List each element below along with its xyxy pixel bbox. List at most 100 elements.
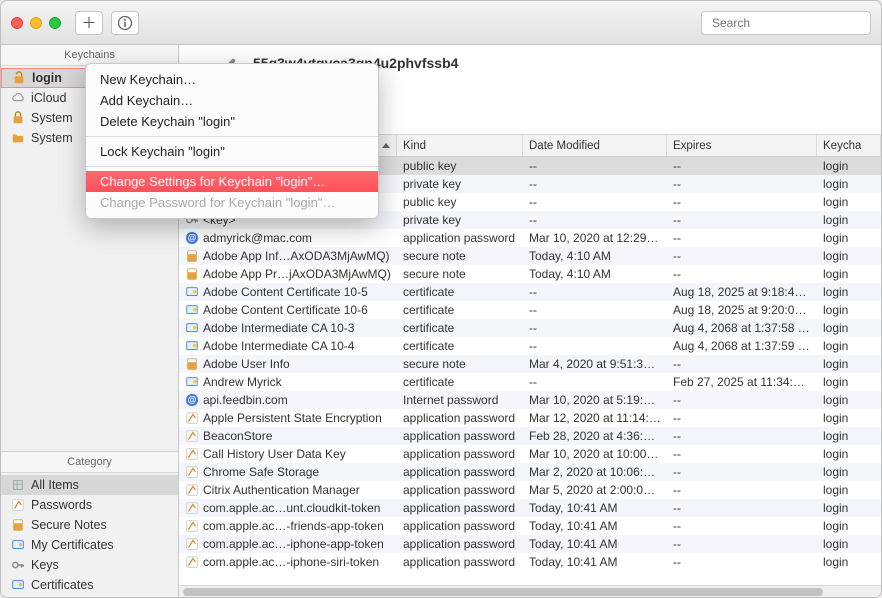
table-row[interactable]: Adobe Content Certificate 10-5certificat… bbox=[179, 283, 881, 301]
row-keychain: login bbox=[817, 267, 881, 281]
table-row[interactable]: Adobe App Inf…AxODA3MjAwMQ)secure noteTo… bbox=[179, 247, 881, 265]
category-label: Secure Notes bbox=[31, 518, 107, 532]
category-item[interactable]: All Items bbox=[1, 475, 178, 495]
menu-item[interactable]: Change Settings for Keychain "login"… bbox=[86, 171, 378, 192]
category-item[interactable]: My Certificates bbox=[1, 535, 178, 555]
row-keychain: login bbox=[817, 555, 881, 569]
table-row[interactable]: api.feedbin.comInternet passwordMar 10, … bbox=[179, 391, 881, 409]
row-date: Today, 10:41 AM bbox=[523, 555, 667, 569]
row-expires: Aug 4, 2068 at 1:37:58 PM bbox=[667, 321, 817, 335]
row-kind: certificate bbox=[397, 285, 523, 299]
row-kind: secure note bbox=[397, 357, 523, 371]
table-row[interactable]: com.apple.ac…-friends-app-tokenapplicati… bbox=[179, 517, 881, 535]
menu-item[interactable]: Lock Keychain "login" bbox=[86, 141, 378, 162]
row-keychain: login bbox=[817, 159, 881, 173]
cert-icon bbox=[11, 578, 25, 592]
pw-icon bbox=[185, 411, 199, 425]
pw-icon bbox=[185, 429, 199, 443]
row-keychain: login bbox=[817, 519, 881, 533]
table-row[interactable]: Andrew Myrickcertificate--Feb 27, 2025 a… bbox=[179, 373, 881, 391]
category-item[interactable]: Certificates bbox=[1, 575, 178, 595]
row-kind: certificate bbox=[397, 375, 523, 389]
menu-item[interactable]: Delete Keychain "login" bbox=[86, 111, 378, 132]
row-expires: -- bbox=[667, 357, 817, 371]
table-row[interactable]: Chrome Safe Storageapplication passwordM… bbox=[179, 463, 881, 481]
row-expires: -- bbox=[667, 195, 817, 209]
table-row[interactable]: admyrick@mac.comapplication passwordMar … bbox=[179, 229, 881, 247]
row-kind: application password bbox=[397, 447, 523, 461]
info-button[interactable] bbox=[111, 11, 139, 35]
row-kind: application password bbox=[397, 483, 523, 497]
column-kind[interactable]: Kind bbox=[397, 135, 523, 156]
row-kind: certificate bbox=[397, 339, 523, 353]
cloud-icon bbox=[11, 91, 25, 105]
item-list[interactable]: 4public key----login4private key----logi… bbox=[179, 157, 881, 585]
table-row[interactable]: Adobe Intermediate CA 10-4certificate--A… bbox=[179, 337, 881, 355]
category-label: Keys bbox=[31, 558, 59, 572]
row-kind: application password bbox=[397, 465, 523, 479]
note-icon bbox=[185, 267, 199, 281]
row-kind: public key bbox=[397, 159, 523, 173]
menu-item[interactable]: Add Keychain… bbox=[86, 90, 378, 111]
row-keychain: login bbox=[817, 429, 881, 443]
close-window-button[interactable] bbox=[11, 17, 23, 29]
horizontal-scrollbar[interactable] bbox=[179, 585, 881, 597]
row-expires: -- bbox=[667, 177, 817, 191]
table-row[interactable]: Adobe Content Certificate 10-6certificat… bbox=[179, 301, 881, 319]
table-row[interactable]: com.apple.ac…-iphone-app-token applicatio… bbox=[179, 535, 881, 553]
menu-item[interactable]: New Keychain… bbox=[86, 69, 378, 90]
row-name: Call History User Data Key bbox=[203, 447, 346, 461]
pw-icon bbox=[185, 447, 199, 461]
row-name: com.apple.ac…unt.cloudkit-token bbox=[203, 501, 380, 515]
search-field[interactable] bbox=[701, 11, 871, 35]
table-row[interactable]: Apple Persistent State Encryptionapplica… bbox=[179, 409, 881, 427]
row-kind: application password bbox=[397, 411, 523, 425]
zoom-window-button[interactable] bbox=[49, 17, 61, 29]
row-date: Mar 4, 2020 at 9:51:35 PM bbox=[523, 357, 667, 371]
note-icon bbox=[185, 357, 199, 371]
column-date-modified[interactable]: Date Modified bbox=[523, 135, 667, 156]
row-date: Mar 10, 2020 at 10:00:12… bbox=[523, 447, 667, 461]
row-expires: -- bbox=[667, 159, 817, 173]
search-input[interactable] bbox=[712, 16, 867, 30]
table-row[interactable]: BeaconStoreapplication passwordFeb 28, 2… bbox=[179, 427, 881, 445]
key-icon bbox=[11, 558, 25, 572]
row-keychain: login bbox=[817, 465, 881, 479]
row-kind: application password bbox=[397, 537, 523, 551]
table-row[interactable]: Adobe User Infosecure noteMar 4, 2020 at… bbox=[179, 355, 881, 373]
category-label: My Certificates bbox=[31, 538, 114, 552]
column-keychain[interactable]: Keycha bbox=[817, 135, 881, 156]
category-item[interactable]: Secure Notes bbox=[1, 515, 178, 535]
table-row[interactable]: Call History User Data Key application pa… bbox=[179, 445, 881, 463]
allitems-icon bbox=[11, 478, 25, 492]
add-button[interactable]: ＋ bbox=[75, 11, 103, 35]
row-kind: private key bbox=[397, 177, 523, 191]
scrollbar-thumb[interactable] bbox=[183, 588, 823, 596]
row-keychain: login bbox=[817, 393, 881, 407]
table-row[interactable]: Adobe App Pr…jAxODA3MjAwMQ)secure noteTo… bbox=[179, 265, 881, 283]
sort-caret-up-icon bbox=[382, 143, 390, 148]
category-item[interactable]: Passwords bbox=[1, 495, 178, 515]
row-expires: -- bbox=[667, 483, 817, 497]
row-kind: application password bbox=[397, 231, 523, 245]
row-name: com.apple.ac…-iphone-app-token bbox=[203, 537, 384, 551]
atsign-icon bbox=[185, 393, 199, 407]
table-row[interactable]: com.apple.ac…-iphone-siri-tokenapplicati… bbox=[179, 553, 881, 571]
row-name: com.apple.ac…-friends-app-token bbox=[203, 519, 384, 533]
table-row[interactable]: Adobe Intermediate CA 10-3certificate--A… bbox=[179, 319, 881, 337]
table-row[interactable]: Citrix Authentication Managerapplication… bbox=[179, 481, 881, 499]
row-name: Adobe App Inf…AxODA3MjAwMQ) bbox=[203, 249, 390, 263]
table-row[interactable]: com.apple.ac…unt.cloudkit-tokenapplicati… bbox=[179, 499, 881, 517]
row-date: Feb 28, 2020 at 4:36:38… bbox=[523, 429, 667, 443]
column-expires[interactable]: Expires bbox=[667, 135, 817, 156]
minimize-window-button[interactable] bbox=[30, 17, 42, 29]
row-date: Today, 4:10 AM bbox=[523, 267, 667, 281]
row-expires: Feb 27, 2025 at 11:34:14… bbox=[667, 375, 817, 389]
row-date: -- bbox=[523, 285, 667, 299]
category-item[interactable]: Keys bbox=[1, 555, 178, 575]
info-icon bbox=[117, 15, 133, 31]
row-date: Mar 10, 2020 at 5:19:56… bbox=[523, 393, 667, 407]
row-expires: -- bbox=[667, 555, 817, 569]
lock-open-icon bbox=[12, 71, 26, 85]
row-expires: -- bbox=[667, 231, 817, 245]
